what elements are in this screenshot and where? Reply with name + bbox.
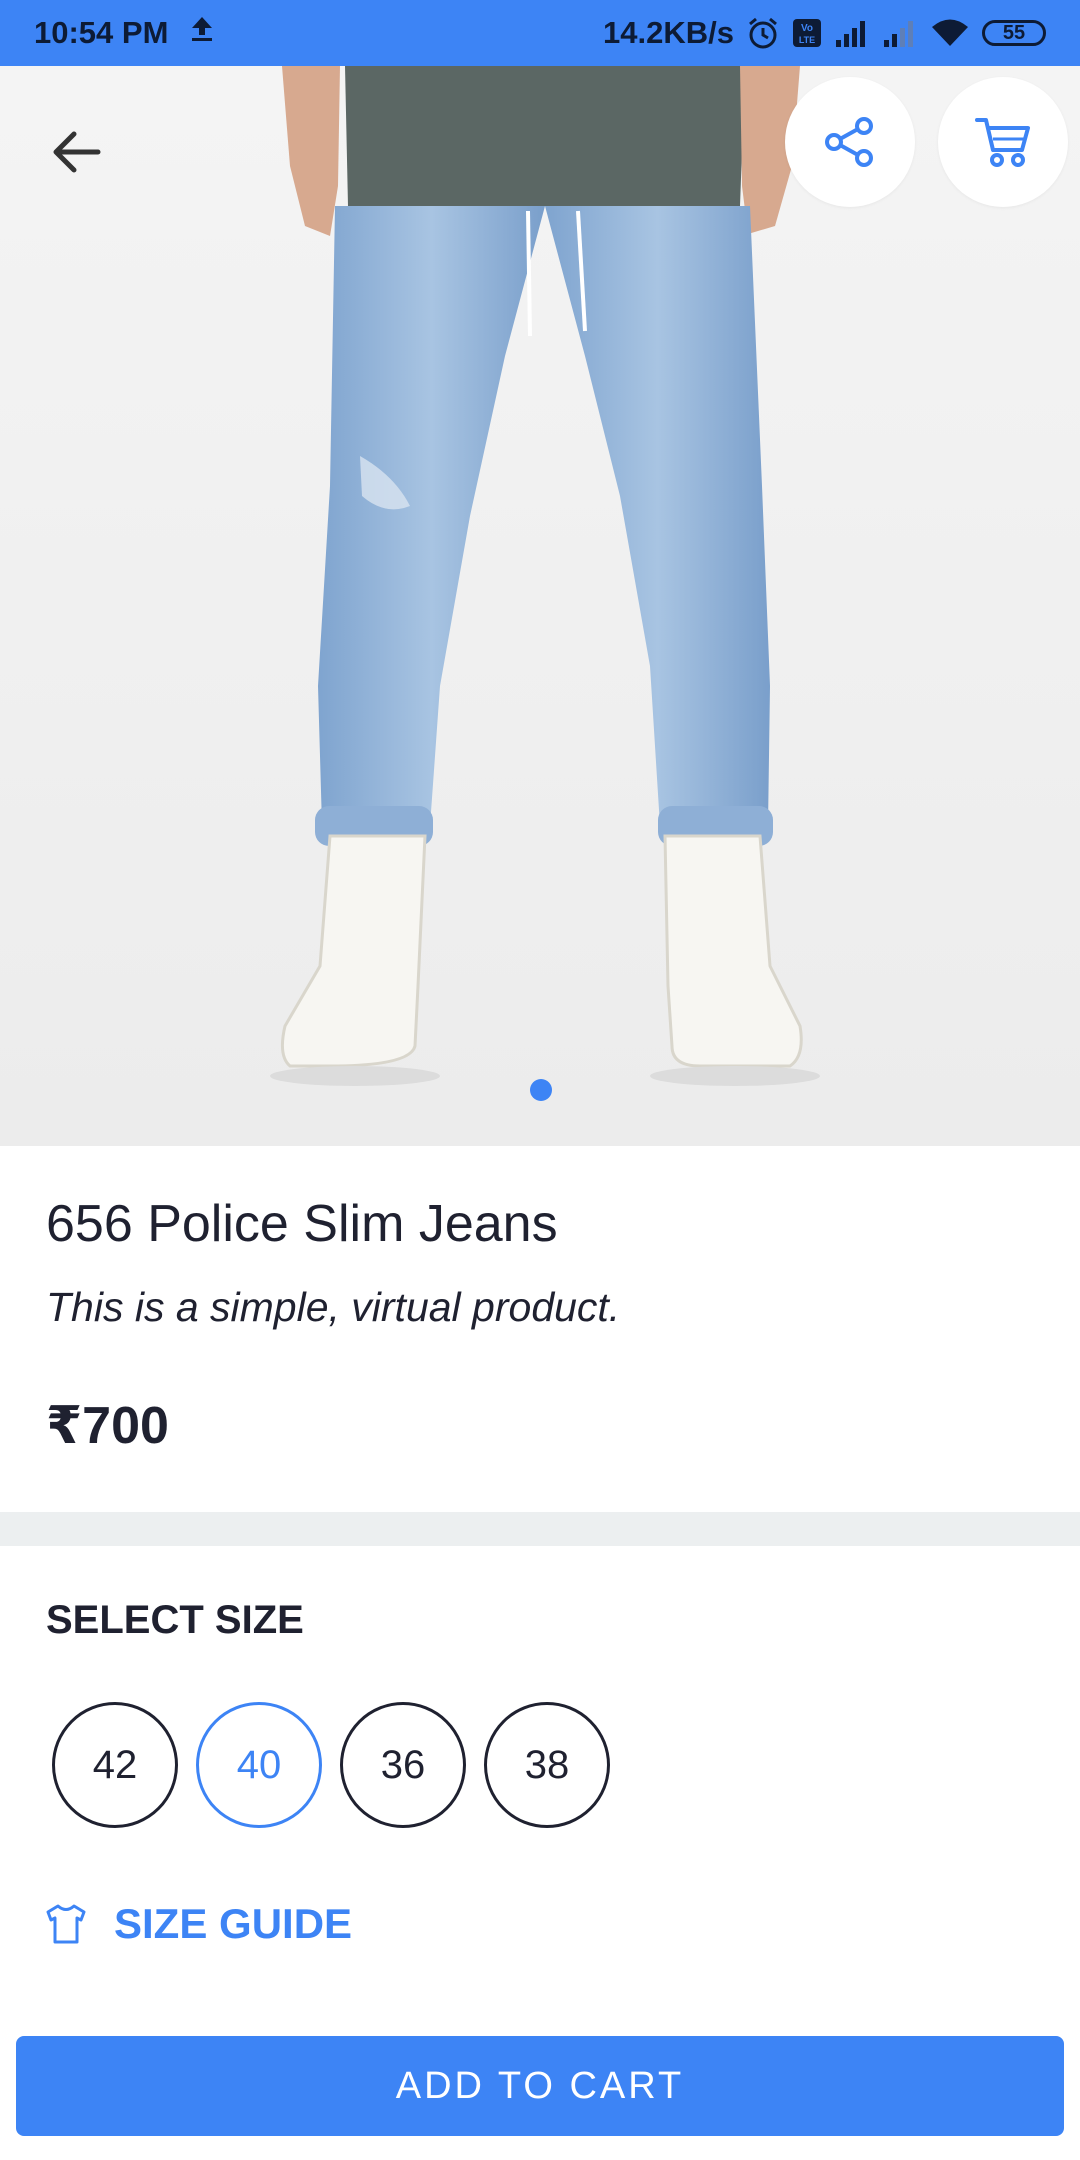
size-guide-link[interactable]: SIZE GUIDE (44, 1900, 352, 1948)
svg-text:LTE: LTE (799, 35, 815, 45)
cart-icon (975, 118, 1030, 167)
size-option-42[interactable]: 42 (52, 1702, 178, 1828)
size-options: 42 40 36 38 (52, 1702, 610, 1828)
status-bar: 10:54 PM 14.2KB/s Vo LTE 55 (0, 0, 1080, 66)
product-image-carousel[interactable] (0, 66, 1080, 1146)
size-option-36[interactable]: 36 (340, 1702, 466, 1828)
size-option-38[interactable]: 38 (484, 1702, 610, 1828)
wifi-icon (930, 18, 970, 48)
svg-text:Vo: Vo (801, 23, 813, 34)
product-photo (0, 66, 1080, 1146)
arrow-left-icon (53, 131, 101, 173)
tshirt-icon (46, 1904, 86, 1944)
battery-icon: 55 (982, 20, 1046, 46)
section-divider (0, 1512, 1080, 1546)
size-option-40[interactable]: 40 (196, 1702, 322, 1828)
signal-icon (882, 18, 918, 48)
cart-button[interactable] (938, 77, 1068, 207)
volte-icon: Vo LTE (792, 18, 822, 48)
carousel-indicator-dot (530, 1079, 552, 1101)
battery-level: 55 (1002, 21, 1026, 44)
product-info: 656 Police Slim Jeans This is a simple, … (0, 1146, 1080, 1512)
share-icon (825, 117, 873, 167)
signal-icon (834, 18, 870, 48)
share-button[interactable] (785, 77, 915, 207)
add-to-cart-button[interactable]: ADD TO CART (16, 2036, 1064, 2136)
network-speed: 14.2KB/s (603, 15, 734, 50)
product-title: 656 Police Slim Jeans (46, 1195, 558, 1253)
status-time: 10:54 PM (34, 15, 169, 50)
product-price: ₹700 (46, 1397, 169, 1455)
upload-icon (190, 15, 214, 51)
alarm-icon (746, 16, 780, 50)
back-button[interactable] (40, 116, 112, 188)
size-guide-label: SIZE GUIDE (114, 1900, 353, 1947)
select-size-heading: SELECT SIZE (46, 1598, 304, 1642)
product-subtitle: This is a simple, virtual product. (46, 1284, 621, 1330)
